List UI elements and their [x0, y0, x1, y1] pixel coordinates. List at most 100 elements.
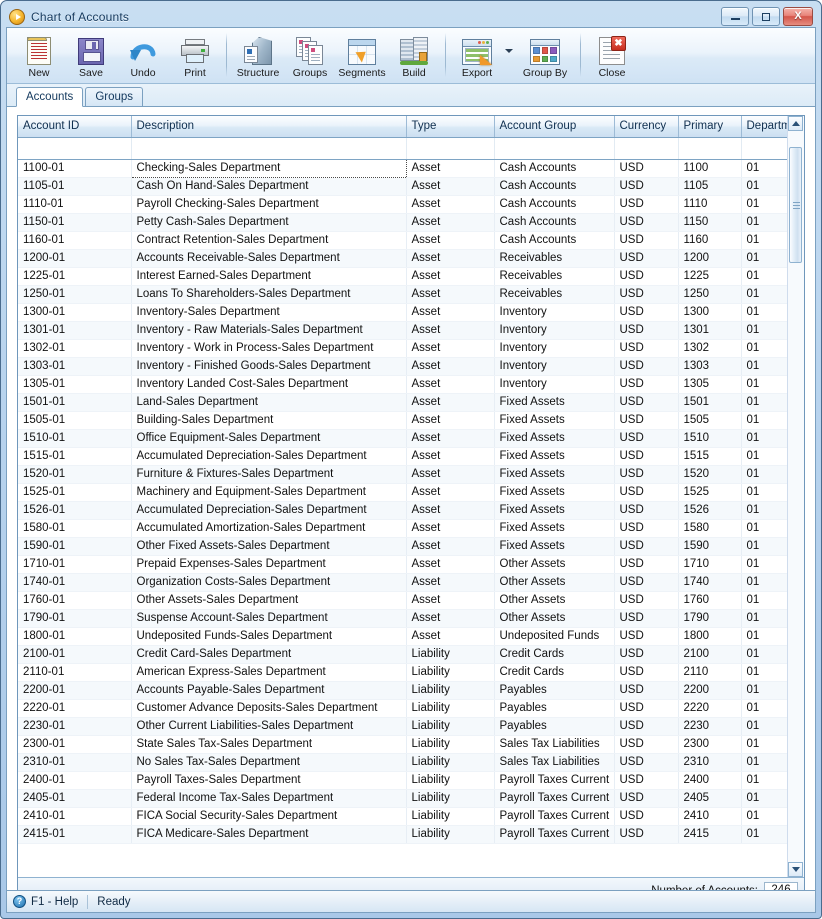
cell-id[interactable]: 1150-01 [18, 213, 132, 232]
cell-desc[interactable]: Other Assets-Sales Department [131, 591, 407, 610]
cell-desc[interactable]: Organization Costs-Sales Department [131, 573, 407, 592]
cell-currency[interactable]: USD [614, 753, 679, 772]
table-row[interactable]: 2110-01 American Express-Sales Department… [18, 663, 804, 682]
cell-id[interactable]: 2400-01 [18, 771, 132, 790]
cell-primary[interactable]: 1303 [678, 357, 742, 376]
filter-row[interactable] [18, 137, 804, 160]
cell-id[interactable]: 1526-01 [18, 501, 132, 520]
cell-primary[interactable]: 1590 [678, 537, 742, 556]
cell-primary[interactable]: 1150 [678, 213, 742, 232]
toolbar-button-build[interactable]: Build [388, 31, 440, 79]
column-header-type[interactable]: Type [406, 116, 495, 138]
cell-group[interactable]: Inventory [494, 357, 615, 376]
cell-currency[interactable]: USD [614, 825, 679, 844]
cell-primary[interactable]: 1250 [678, 285, 742, 304]
table-row[interactable]: 2415-01 FICA Medicare-Sales Department Lia… [18, 825, 804, 844]
cell-primary[interactable]: 1305 [678, 375, 742, 394]
table-row[interactable]: 1110-01 Payroll Checking-Sales Department… [18, 195, 804, 214]
cell-group[interactable]: Fixed Assets [494, 537, 615, 556]
cell-type[interactable]: Asset [406, 321, 495, 340]
table-row[interactable]: 2230-01 Other Current Liabilities-Sales D… [18, 717, 804, 736]
cell-id[interactable]: 1520-01 [18, 465, 132, 484]
toolbar-button-group-by[interactable]: Group By [515, 31, 575, 79]
cell-id[interactable]: 1515-01 [18, 447, 132, 466]
cell-group[interactable]: Receivables [494, 285, 615, 304]
cell-primary[interactable]: 1200 [678, 249, 742, 268]
table-row[interactable]: 1760-01 Other Assets-Sales Department Asse… [18, 591, 804, 610]
cell-group[interactable]: Receivables [494, 267, 615, 286]
cell-type[interactable]: Liability [406, 753, 495, 772]
cell-primary[interactable]: 1710 [678, 555, 742, 574]
cell-currency[interactable]: USD [614, 627, 679, 646]
toolbar-button-segments[interactable]: Segments [336, 31, 388, 79]
cell-currency[interactable]: USD [614, 303, 679, 322]
cell-desc[interactable]: Federal Income Tax-Sales Department [131, 789, 407, 808]
cell-type[interactable]: Liability [406, 645, 495, 664]
cell-desc[interactable]: No Sales Tax-Sales Department [131, 753, 407, 772]
table-row[interactable]: 1590-01 Other Fixed Assets-Sales Departme… [18, 537, 804, 556]
scroll-up-button[interactable] [788, 116, 803, 131]
cell-currency[interactable]: USD [614, 465, 679, 484]
cell-id[interactable]: 2230-01 [18, 717, 132, 736]
cell-desc[interactable]: Undeposited Funds-Sales Department [131, 627, 407, 646]
cell-id[interactable]: 1580-01 [18, 519, 132, 538]
cell-id[interactable]: 1160-01 [18, 231, 132, 250]
cell-currency[interactable]: USD [614, 771, 679, 790]
cell-group[interactable]: Fixed Assets [494, 429, 615, 448]
table-row[interactable]: 2410-01 FICA Social Security-Sales Depart… [18, 807, 804, 826]
cell-id[interactable]: 2110-01 [18, 663, 132, 682]
maximize-button[interactable] [752, 7, 780, 26]
cell-desc[interactable]: Accumulated Amortization-Sales Departmen… [131, 519, 407, 538]
cell-desc[interactable]: Prepaid Expenses-Sales Department [131, 555, 407, 574]
filter-cell-type[interactable] [406, 137, 495, 160]
table-row[interactable]: 1200-01 Accounts Receivable-Sales Departm… [18, 249, 804, 268]
help-question-icon[interactable]: ? [13, 895, 26, 908]
cell-primary[interactable]: 1100 [678, 158, 742, 178]
cell-desc[interactable]: American Express-Sales Department [131, 663, 407, 682]
table-row[interactable]: 1225-01 Interest Earned-Sales Department A… [18, 267, 804, 286]
cell-desc[interactable]: FICA Medicare-Sales Department [131, 825, 407, 844]
cell-group[interactable]: Payroll Taxes Current [494, 771, 615, 790]
cell-primary[interactable]: 2110 [678, 663, 742, 682]
cell-type[interactable]: Asset [406, 519, 495, 538]
table-row[interactable]: 1525-01 Machinery and Equipment-Sales Dep… [18, 483, 804, 502]
cell-type[interactable]: Asset [406, 609, 495, 628]
cell-id[interactable]: 1590-01 [18, 537, 132, 556]
cell-group[interactable]: Fixed Assets [494, 465, 615, 484]
filter-cell-primary[interactable] [678, 137, 742, 160]
cell-primary[interactable]: 1790 [678, 609, 742, 628]
table-row[interactable]: 1515-01 Accumulated Depreciation-Sales De… [18, 447, 804, 466]
cell-currency[interactable]: USD [614, 411, 679, 430]
cell-type[interactable]: Liability [406, 789, 495, 808]
cell-currency[interactable]: USD [614, 231, 679, 250]
cell-primary[interactable]: 2310 [678, 753, 742, 772]
column-header-primary[interactable]: Primary [678, 116, 742, 138]
cell-id[interactable]: 2310-01 [18, 753, 132, 772]
table-row[interactable]: 2405-01 Federal Income Tax-Sales Departme… [18, 789, 804, 808]
minimize-button[interactable] [721, 7, 749, 26]
cell-type[interactable]: Asset [406, 429, 495, 448]
table-row[interactable]: 1501-01 Land-Sales Department Asset Fixed A… [18, 393, 804, 412]
cell-type[interactable]: Asset [406, 483, 495, 502]
cell-group[interactable]: Inventory [494, 303, 615, 322]
cell-type[interactable]: Liability [406, 663, 495, 682]
cell-id[interactable]: 1800-01 [18, 627, 132, 646]
table-row[interactable]: 1160-01 Contract Retention-Sales Departme… [18, 231, 804, 250]
table-row[interactable]: 2220-01 Customer Advance Deposits-Sales D… [18, 699, 804, 718]
cell-id[interactable]: 2415-01 [18, 825, 132, 844]
cell-type[interactable]: Asset [406, 537, 495, 556]
cell-id[interactable]: 1501-01 [18, 393, 132, 412]
cell-id[interactable]: 1300-01 [18, 303, 132, 322]
cell-primary[interactable]: 1225 [678, 267, 742, 286]
toolbar-button-groups[interactable]: Groups [284, 31, 336, 79]
cell-type[interactable]: Asset [406, 231, 495, 250]
cell-desc[interactable]: Cash On Hand-Sales Department [131, 177, 407, 196]
table-row[interactable]: 2400-01 Payroll Taxes-Sales Department Lia… [18, 771, 804, 790]
cell-id[interactable]: 1510-01 [18, 429, 132, 448]
column-header-currency[interactable]: Currency [614, 116, 679, 138]
cell-currency[interactable]: USD [614, 537, 679, 556]
cell-group[interactable]: Fixed Assets [494, 393, 615, 412]
cell-group[interactable]: Inventory [494, 321, 615, 340]
table-row[interactable]: 1305-01 Inventory Landed Cost-Sales Depar… [18, 375, 804, 394]
cell-currency[interactable]: USD [614, 681, 679, 700]
